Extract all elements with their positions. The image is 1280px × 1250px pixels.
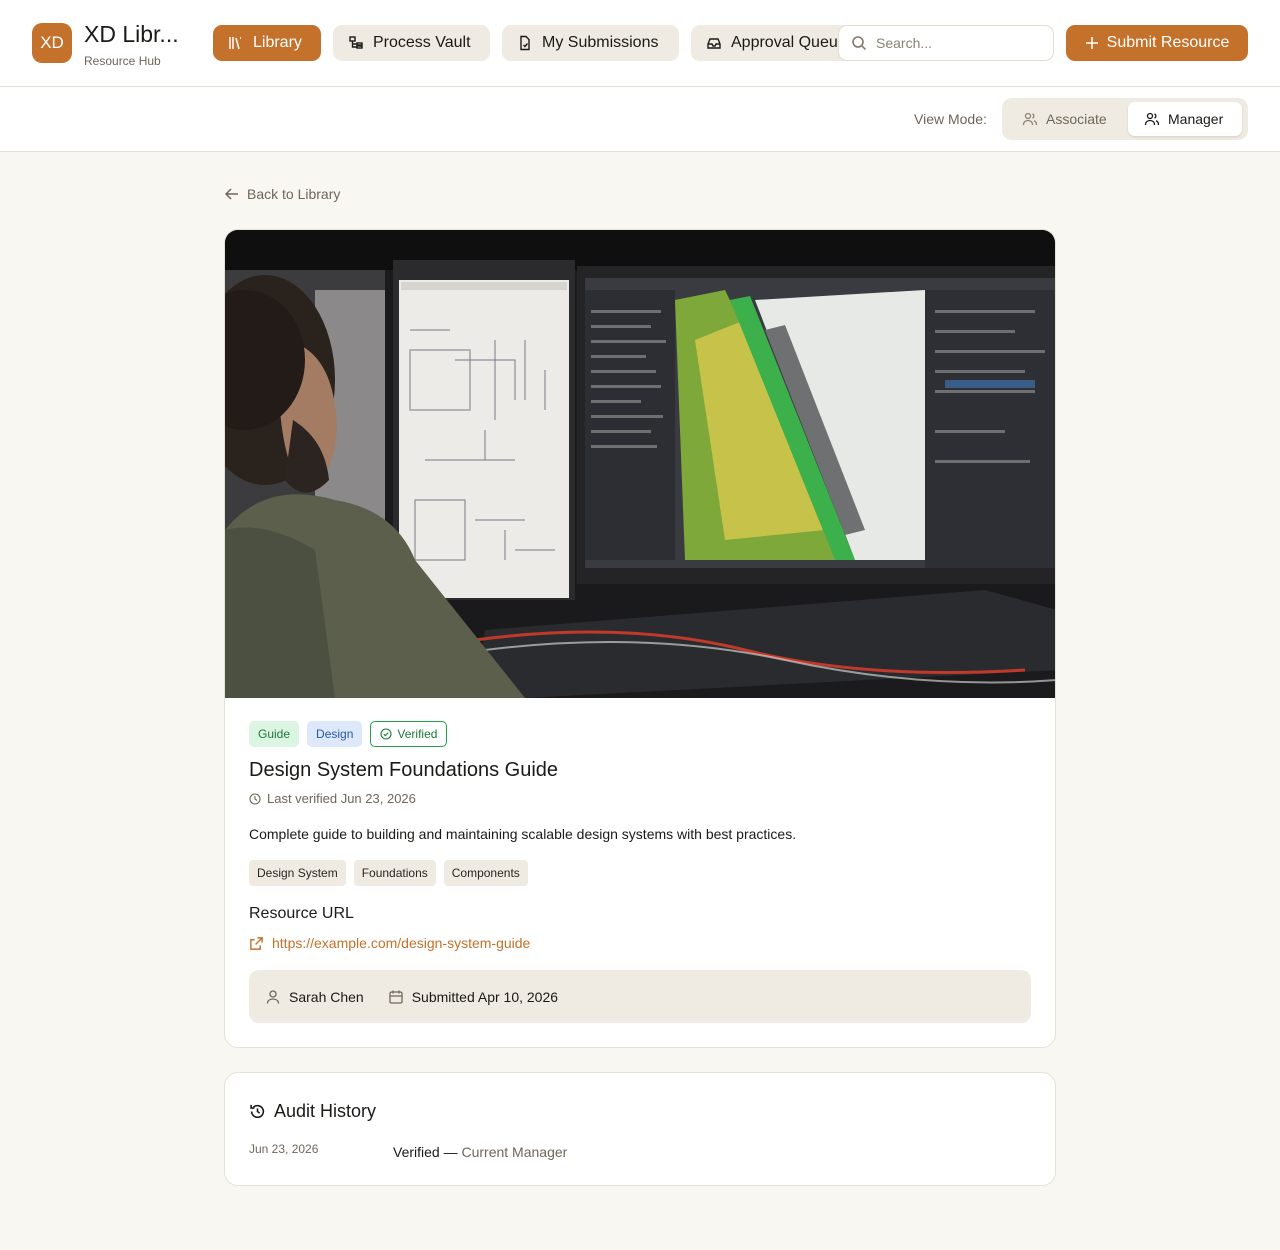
- back-to-library-link[interactable]: Back to Library: [225, 186, 340, 202]
- view-mode-manager[interactable]: Manager: [1128, 102, 1242, 136]
- resource-tags: Design System Foundations Components: [249, 860, 528, 886]
- resource-url-link[interactable]: https://example.com/design-system-guide: [249, 935, 530, 951]
- nav-process-vault[interactable]: Process Vault: [333, 25, 490, 61]
- nav-my-submissions[interactable]: My Submissions: [502, 25, 679, 61]
- view-mode-associate[interactable]: Associate: [1006, 102, 1128, 136]
- last-verified: Last verified Jun 23, 2026: [249, 791, 416, 806]
- check-circle-icon: [380, 728, 392, 740]
- audit-history-card: Audit History Jun 23, 2026 Verified — Cu…: [224, 1072, 1056, 1186]
- audit-history-title: Audit History: [249, 1101, 376, 1122]
- verified-badge-label: Verified: [397, 727, 438, 741]
- submit-resource-button[interactable]: Submit Resource: [1066, 25, 1248, 61]
- audit-entry-date: Jun 23, 2026: [249, 1142, 319, 1156]
- submitted-date: Submitted Apr 10, 2026: [411, 988, 559, 1005]
- author-name: Sarah Chen: [289, 988, 364, 1005]
- resource-url-label: Resource URL: [249, 905, 354, 922]
- clock-icon: [249, 792, 261, 805]
- type-badge: Guide: [249, 721, 300, 747]
- external-link-icon: [250, 936, 263, 950]
- back-to-library-label: Back to Library: [247, 186, 341, 202]
- resource-description: Complete guide to building and maintaini…: [249, 826, 797, 842]
- nav-my-submissions-label: My Submissions: [542, 34, 659, 51]
- author-info: Sarah Chen: [265, 989, 364, 1005]
- audit-entry-action: Verified: [393, 1144, 440, 1160]
- top-navbar: XD XD Libr... Resource Hub Library Proce…: [0, 0, 1280, 87]
- verified-badge: Verified: [370, 721, 448, 747]
- resource-hero-image: [225, 230, 1055, 698]
- resource-title: Design System Foundations Guide: [249, 759, 559, 781]
- library-icon: [229, 37, 241, 50]
- audit-history-title-text: Audit History: [274, 1101, 377, 1121]
- search-box[interactable]: [838, 25, 1054, 61]
- search-icon: [852, 36, 867, 51]
- view-mode-label: View Mode:: [914, 111, 987, 127]
- app-title: XD Libr...: [84, 21, 179, 47]
- resource-badges: Guide Design Verified: [249, 721, 448, 747]
- audit-entry-actor: Current Manager: [461, 1144, 568, 1160]
- app-subtitle: Resource Hub: [84, 54, 161, 68]
- user-icon: [266, 989, 280, 1004]
- search-input[interactable]: [876, 35, 1036, 51]
- nav-approval-queue-label: Approval Queue: [731, 34, 847, 51]
- tag[interactable]: Design System: [249, 860, 346, 886]
- calendar-icon: [389, 990, 403, 1004]
- tag[interactable]: Foundations: [353, 860, 436, 886]
- process-icon: [349, 36, 363, 49]
- resource-url-text: https://example.com/design-system-guide: [272, 935, 531, 951]
- users-icon: [1022, 112, 1038, 126]
- inbox-icon: [707, 38, 721, 49]
- resource-card: Guide Design Verified Design System Foun…: [224, 229, 1056, 1048]
- category-badge: Design: [307, 721, 363, 747]
- nav-process-vault-label: Process Vault: [373, 34, 471, 51]
- audit-entry: Verified — Current Manager: [393, 1144, 567, 1160]
- view-mode-associate-label: Associate: [1046, 111, 1107, 127]
- nav-library[interactable]: Library: [213, 25, 321, 61]
- document-icon: [520, 35, 530, 51]
- resource-meta: Sarah Chen Submitted Apr 10, 2026: [249, 970, 1031, 1023]
- view-mode-toggle: Associate Manager: [1002, 98, 1248, 140]
- view-mode-bar: View Mode: Associate Manager: [0, 87, 1280, 152]
- audit-entry-separator: —: [439, 1144, 462, 1160]
- view-mode-manager-label: Manager: [1168, 111, 1224, 127]
- nav-library-label: Library: [253, 34, 302, 51]
- submitted-info: Submitted Apr 10, 2026: [388, 989, 558, 1005]
- app-logo[interactable]: XD: [32, 23, 72, 63]
- users-icon: [1144, 112, 1160, 126]
- nav-approval-queue[interactable]: Approval Queue: [691, 25, 851, 61]
- tag[interactable]: Components: [443, 860, 528, 886]
- last-verified-label: Last verified Jun 23, 2026: [267, 791, 416, 806]
- plus-icon: [1085, 37, 1098, 49]
- arrow-left-icon: [225, 188, 238, 200]
- history-icon: [250, 1104, 265, 1119]
- submit-resource-label: Submit Resource: [1106, 34, 1230, 51]
